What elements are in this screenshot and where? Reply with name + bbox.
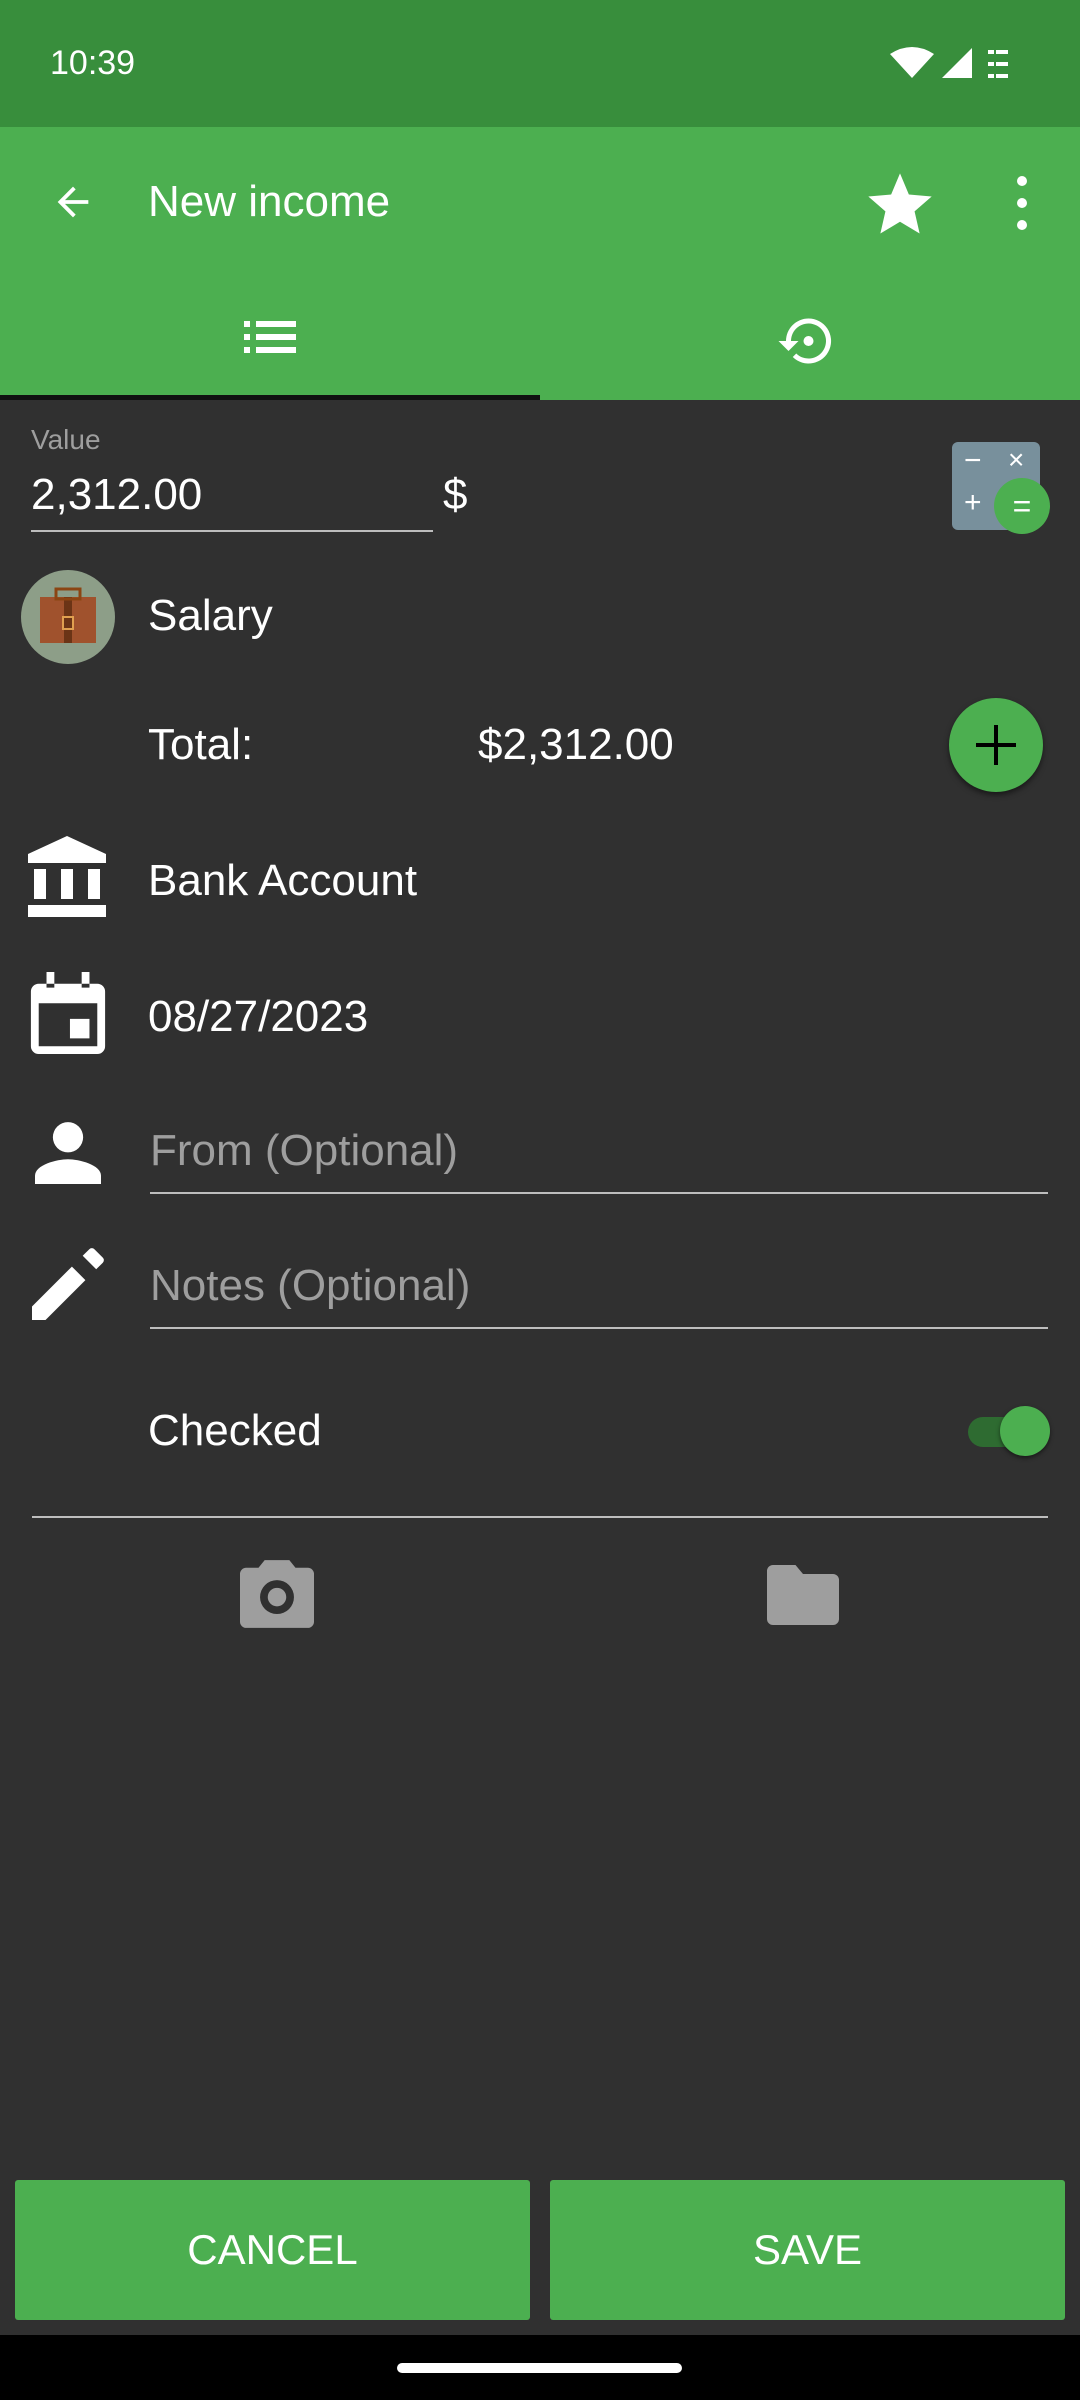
- app-bar: New income: [0, 127, 1080, 400]
- checked-toggle[interactable]: [964, 1406, 1050, 1456]
- list-icon: [244, 321, 296, 353]
- value-underline: [31, 530, 433, 532]
- cancel-button[interactable]: CANCEL: [15, 2180, 530, 2320]
- checked-label: Checked: [148, 1406, 322, 1455]
- status-bar: 10:39: [0, 0, 1080, 127]
- add-split-button[interactable]: [949, 698, 1043, 792]
- pencil-icon: [32, 1248, 104, 1320]
- tab-history[interactable]: [540, 277, 1080, 400]
- calendar-icon: [30, 972, 106, 1054]
- account-name: Bank Account: [148, 856, 418, 905]
- value-input[interactable]: 2,312.00: [31, 470, 202, 520]
- save-button[interactable]: SAVE: [550, 2180, 1065, 2320]
- from-underline: [150, 1192, 1048, 1194]
- person-icon: [35, 1122, 101, 1184]
- navigation-bar: [0, 2335, 1080, 2400]
- date-row[interactable]: 08/27/2023: [0, 966, 1080, 1066]
- divider: [32, 1516, 1048, 1518]
- account-row[interactable]: Bank Account: [0, 830, 1080, 930]
- status-time: 10:39: [50, 44, 136, 82]
- tab-indicator: [0, 395, 540, 400]
- notes-underline: [150, 1327, 1048, 1329]
- tab-list[interactable]: [0, 277, 540, 400]
- bank-icon: [28, 836, 106, 917]
- currency-label[interactable]: $: [443, 470, 467, 520]
- total-value: $2,312.00: [478, 720, 674, 769]
- signal-icon: [942, 48, 972, 78]
- page-title: New income: [148, 177, 391, 226]
- calculator-icon: =: [994, 478, 1050, 534]
- camera-icon[interactable]: [240, 1560, 314, 1628]
- category-name: Salary: [148, 591, 273, 640]
- date-value: 08/27/2023: [148, 992, 369, 1041]
- star-icon[interactable]: [862, 167, 938, 243]
- total-label: Total:: [148, 720, 254, 769]
- value-label: Value: [31, 424, 101, 455]
- status-icons: [890, 47, 1008, 78]
- category-row[interactable]: Salary: [0, 565, 1080, 670]
- history-icon: [778, 318, 832, 364]
- home-handle[interactable]: [397, 2363, 682, 2373]
- wifi-icon: [890, 47, 934, 78]
- notes-input[interactable]: Notes (Optional): [150, 1261, 470, 1311]
- calculator-button[interactable]: − × + =: [950, 440, 1050, 536]
- plus-icon: [976, 725, 1016, 765]
- briefcase-icon: [21, 570, 115, 664]
- more-options-icon[interactable]: [1010, 173, 1034, 233]
- folder-icon[interactable]: [766, 1565, 840, 1625]
- from-input[interactable]: From (Optional): [150, 1126, 458, 1176]
- back-icon[interactable]: [50, 179, 96, 225]
